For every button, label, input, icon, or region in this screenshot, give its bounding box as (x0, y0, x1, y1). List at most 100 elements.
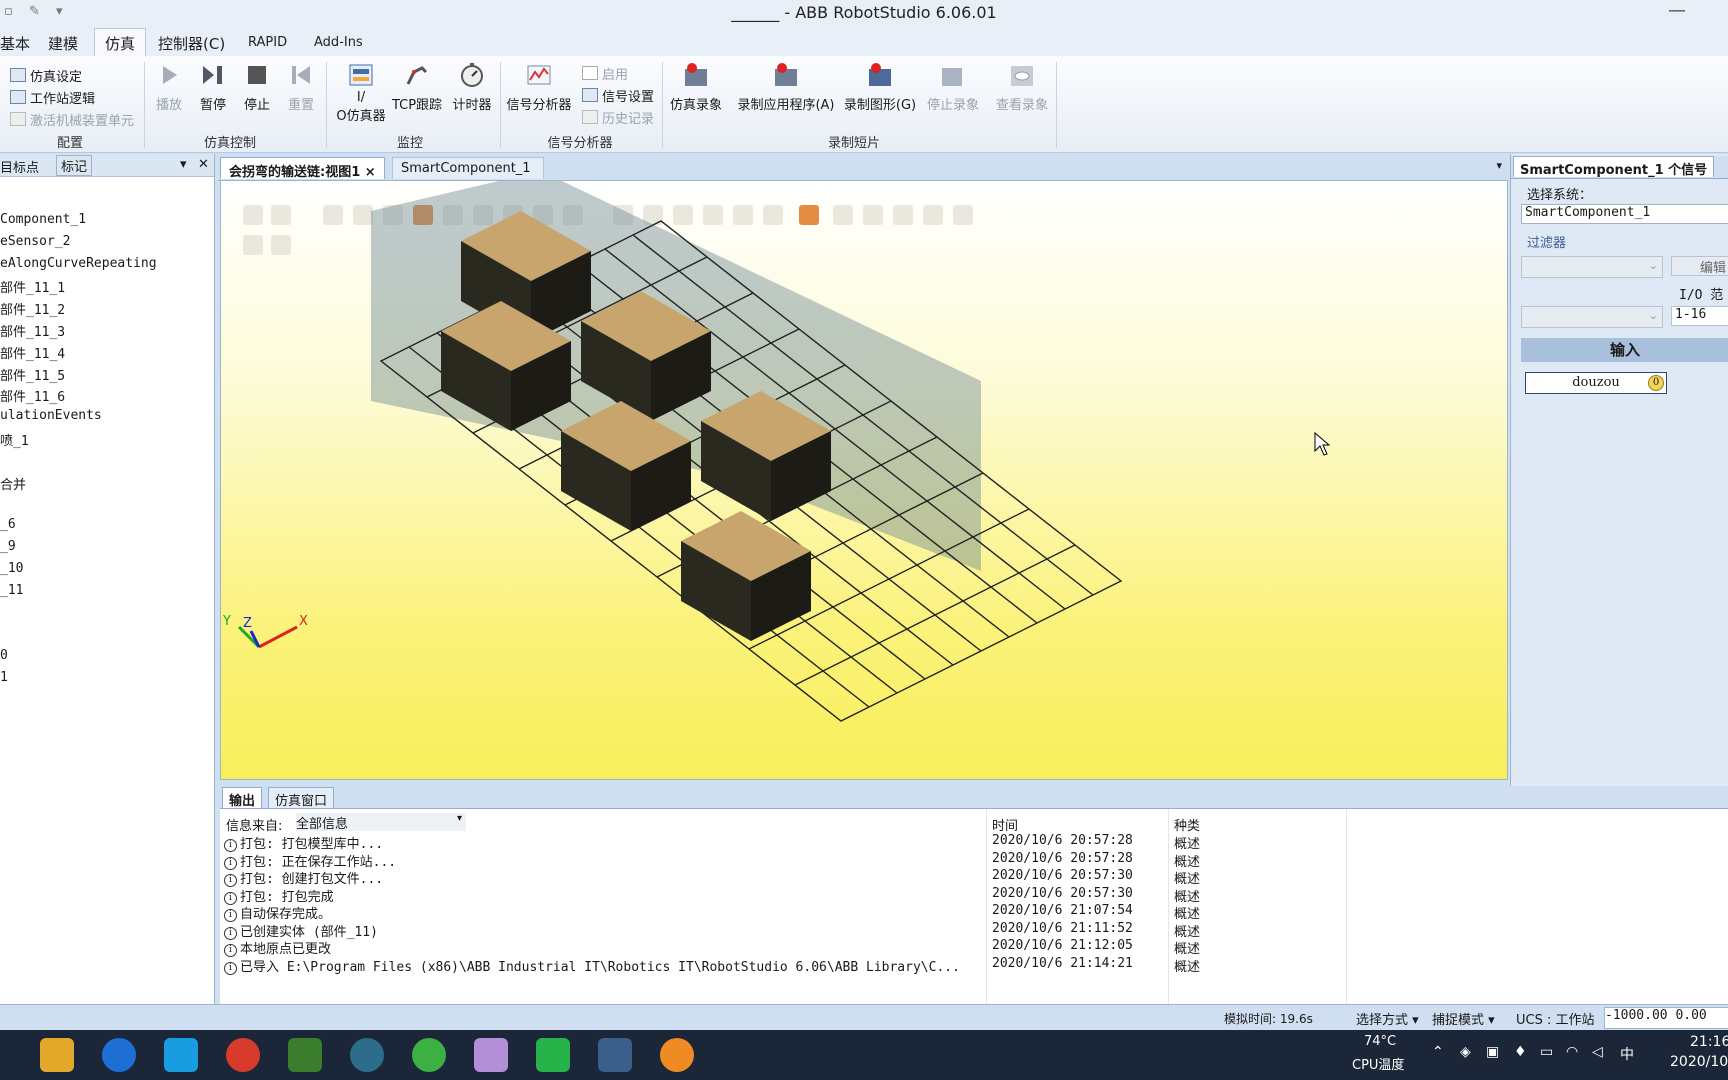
app-icon[interactable] (660, 1038, 694, 1072)
tab-sim-window[interactable]: 仿真窗口 (268, 787, 335, 809)
tab-io-signals[interactable]: SmartComponent_1 个信号 (1513, 156, 1715, 178)
tab-rapid[interactable]: RAPID (248, 35, 287, 50)
panel-dropdown-icon[interactable]: ▾ (180, 157, 187, 172)
tab-view1[interactable]: 会拐弯的输送链:视图1 × (220, 157, 385, 180)
tree-item[interactable]: _6 (0, 517, 16, 532)
security-icon[interactable]: ▣ (1486, 1044, 1499, 1060)
column-kind-header: 种类 (1174, 819, 1201, 834)
tree-item[interactable]: Component_1 (0, 212, 86, 227)
output-row[interactable]: i 打包: 打包完成 (224, 886, 334, 905)
panel-close-icon[interactable]: ✕ (198, 157, 209, 172)
system-select[interactable]: SmartComponent_1 (1521, 204, 1728, 224)
tree-item[interactable]: eAlongCurveRepeating (0, 256, 157, 271)
tray-chevron-icon[interactable]: ⌃ (1432, 1044, 1444, 1060)
timer-button[interactable]: 计时器 (450, 62, 494, 113)
output-row[interactable]: i 本地原点已更改 (224, 938, 331, 957)
source-select[interactable]: 全部信息 ▾ (296, 813, 466, 832)
coordinate-field[interactable]: -1000.00 0.00 (1604, 1007, 1728, 1029)
record-app-button[interactable]: 录制应用程序(A) (734, 62, 838, 113)
play-button[interactable]: 播放 (154, 62, 184, 113)
tab-modeling[interactable]: 建模 (48, 33, 78, 54)
view-record-button[interactable]: 查看录象 (990, 62, 1054, 113)
stop-record-button[interactable]: 停止录象 (924, 62, 982, 113)
robotstudio-icon[interactable] (598, 1038, 632, 1072)
app-icon[interactable] (164, 1038, 198, 1072)
tab-output[interactable]: 输出 (222, 787, 263, 809)
file-explorer-icon[interactable] (40, 1038, 74, 1072)
tree-item[interactable]: 合并 (0, 474, 26, 493)
wifi-icon[interactable]: ◠ (1566, 1044, 1578, 1060)
stop-button[interactable]: 停止 (242, 62, 272, 113)
minimize-button[interactable]: — (1668, 0, 1686, 21)
output-row[interactable]: i 已创建实体 (部件_11) (224, 921, 378, 940)
tree-item[interactable]: 0 (0, 648, 8, 663)
selection-mode-dropdown[interactable]: 选择方式 ▾ (1356, 1009, 1419, 1028)
signal-douzou[interactable]: douzou 0 (1525, 372, 1667, 394)
close-icon[interactable]: × (365, 165, 376, 180)
output-row[interactable]: i 打包: 打包模型库中... (224, 833, 383, 852)
tree-item[interactable]: eSensor_2 (0, 234, 70, 249)
wechat-icon[interactable] (536, 1038, 570, 1072)
tab-tags[interactable]: 标记 (56, 155, 93, 176)
tree-item[interactable]: 部件_11_5 (0, 365, 65, 384)
tab-basic[interactable]: 基本 (0, 33, 30, 54)
output-row[interactable]: i 自动保存完成。 (224, 903, 331, 922)
app-v-icon[interactable] (288, 1038, 322, 1072)
tab-smartcomponent[interactable]: SmartComponent_1 (392, 157, 544, 179)
enable-checkbox[interactable]: 启用 (582, 64, 628, 83)
browser-icon[interactable] (412, 1038, 446, 1072)
history-button[interactable]: 历史记录 (582, 108, 654, 127)
signal-settings-button[interactable]: 信号设置 (582, 86, 654, 105)
microphone-icon[interactable]: ♦ (1514, 1044, 1527, 1060)
part-box[interactable] (681, 511, 811, 641)
record-graphics-button[interactable]: 录制图形(G) (842, 62, 918, 113)
tree-item[interactable]: _9 (0, 539, 16, 554)
type-select[interactable]: ⌄ (1521, 306, 1663, 328)
output-row[interactable]: i 已导入 E:\Program Files (x86)\ABB Industri… (224, 956, 960, 975)
edit-button[interactable]: 编辑 (1671, 256, 1728, 276)
output-row[interactable]: i 打包: 正在保存工作站... (224, 851, 396, 870)
tab-simulation[interactable]: 仿真 (94, 28, 147, 56)
shield-icon[interactable]: ◈ (1460, 1044, 1471, 1060)
tab-controller[interactable]: 控制器(C) (158, 33, 225, 54)
tree-item[interactable]: 部件_11_4 (0, 343, 65, 362)
tree-item[interactable]: 喷_1 (0, 430, 29, 449)
tcp-trace-button[interactable]: TCP跟踪 (390, 62, 444, 113)
tree-item[interactable]: 1 (0, 670, 8, 685)
history-icon (582, 110, 598, 124)
signal-analyzer-button[interactable]: 信号分析器 (502, 62, 576, 113)
app-icon[interactable] (350, 1038, 384, 1072)
tabs-dropdown-icon[interactable]: ▾ (1496, 159, 1502, 172)
clock-time[interactable]: 21:16 (1690, 1034, 1728, 1050)
filter-select[interactable]: ⌄ (1521, 256, 1663, 278)
sim-settings-button[interactable]: 仿真设定 (10, 66, 82, 85)
tree-item[interactable]: 部件_11_1 (0, 277, 65, 296)
ime-indicator[interactable]: 中 (1620, 1044, 1634, 1064)
io-simulator-button[interactable]: I/ O仿真器 (336, 62, 386, 124)
app-icon[interactable] (474, 1038, 508, 1072)
battery-icon[interactable]: ▭ (1540, 1044, 1553, 1060)
station-logic-button[interactable]: 工作站逻辑 (10, 88, 95, 107)
reset-button[interactable]: 重置 (286, 62, 316, 113)
browser-icon[interactable] (102, 1038, 136, 1072)
volume-icon[interactable]: ◁ (1592, 1044, 1603, 1060)
tree-item[interactable]: _10 (0, 561, 23, 576)
game-icon[interactable] (226, 1038, 260, 1072)
pause-button[interactable]: 暂停 (196, 62, 230, 113)
tree-item[interactable]: ulationEvents (0, 408, 102, 423)
sim-record-button[interactable]: 仿真录象 (664, 62, 728, 113)
tree-item[interactable]: 部件_11_3 (0, 321, 65, 340)
io-range-select[interactable]: 1-16 (1671, 306, 1728, 326)
clock-date[interactable]: 2020/10 (1670, 1054, 1728, 1070)
tcp-trace-icon (406, 66, 428, 85)
output-row[interactable]: i 打包: 创建打包文件... (224, 868, 383, 887)
signal-state-indicator[interactable]: 0 (1648, 375, 1664, 391)
tab-targets[interactable]: 目标点 (0, 157, 39, 176)
3d-viewport[interactable]: X Y Z (220, 180, 1508, 780)
tree-item[interactable]: _11 (0, 583, 23, 598)
activate-mechanism-button[interactable]: 激活机械装置单元 (10, 110, 134, 129)
tree-item[interactable]: 部件_11_6 (0, 386, 65, 405)
tree-item[interactable]: 部件_11_2 (0, 299, 65, 318)
snap-mode-dropdown[interactable]: 捕捉模式 ▾ (1432, 1009, 1495, 1028)
tab-addins[interactable]: Add-Ins (314, 35, 363, 50)
